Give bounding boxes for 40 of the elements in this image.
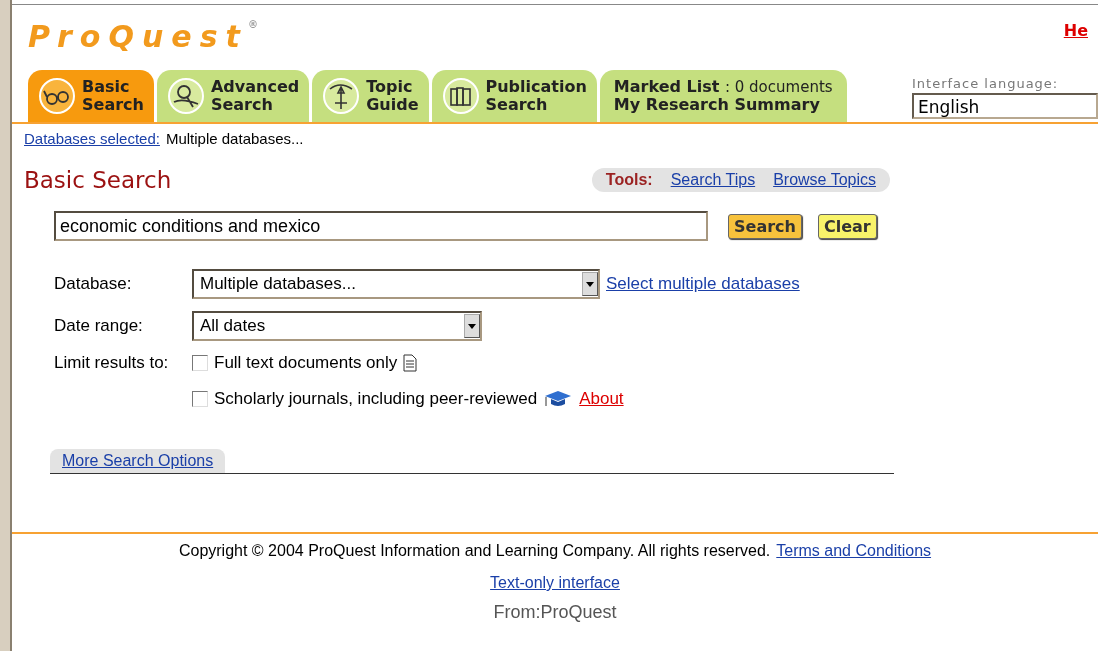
- text-only-link[interactable]: Text-only interface: [490, 574, 620, 592]
- glasses-icon: [38, 77, 76, 115]
- select-databases-link[interactable]: Select multiple databases: [606, 274, 800, 294]
- nav-tab[interactable]: Topic Guide: [312, 70, 429, 122]
- dropdown-arrow-icon: [468, 323, 476, 329]
- checkbox[interactable]: [192, 355, 208, 371]
- language-label: Interface language:: [912, 76, 1060, 91]
- help-link[interactable]: He: [1063, 21, 1088, 65]
- databases-selected-link[interactable]: Databases selected:: [24, 130, 160, 147]
- checkbox[interactable]: [192, 391, 208, 407]
- compass-icon: [322, 77, 361, 115]
- tool-link[interactable]: Browse Topics: [773, 171, 876, 189]
- nav-tab[interactable]: Basic Search: [28, 70, 154, 122]
- database-label: Database:: [54, 274, 133, 294]
- tools-label: Tools:: [605, 171, 653, 189]
- option-label: Full text documents only: [214, 353, 398, 373]
- copyright-text: Copyright © 2004 ProQuest Information and Learning Company. All rights reserved.: [178, 542, 771, 560]
- document-icon: [403, 354, 418, 372]
- limit-label: Limit results to:: [54, 353, 170, 373]
- nav-tab[interactable]: Publication Search: [431, 70, 597, 122]
- proquest-logo: ProQuest$^{®}$: [28, 18, 258, 56]
- search-button[interactable]: Search: [728, 213, 802, 239]
- page-title: Basic Search: [24, 167, 172, 193]
- language-select[interactable]: English: [912, 93, 1098, 119]
- marked-list-tab[interactable]: Marked List : 0 documents My Research Summary: [599, 70, 847, 122]
- database-select[interactable]: Multiple databases...: [192, 269, 600, 299]
- clear-button[interactable]: Clear: [817, 213, 877, 239]
- terms-link[interactable]: Terms and Conditions: [776, 542, 932, 560]
- date-range-label: Date range:: [54, 316, 144, 336]
- search-field[interactable]: economic conditions and mexico: [54, 211, 708, 241]
- option-label: Scholarly journals, including peer-reviewed: [214, 389, 538, 409]
- about-link[interactable]: About: [579, 389, 624, 409]
- date-range-select[interactable]: All dates: [192, 311, 482, 341]
- nav-tab[interactable]: Advanced Search: [156, 70, 310, 122]
- more-options-tab[interactable]: More Search Options: [50, 449, 226, 473]
- tool-link[interactable]: Search Tips: [670, 171, 756, 189]
- dropdown-arrow-icon: [586, 281, 594, 287]
- databases-value: Multiple databases...: [165, 130, 304, 147]
- books-icon: [441, 77, 480, 115]
- from-proquest-logo: From:ProQuest: [493, 602, 617, 623]
